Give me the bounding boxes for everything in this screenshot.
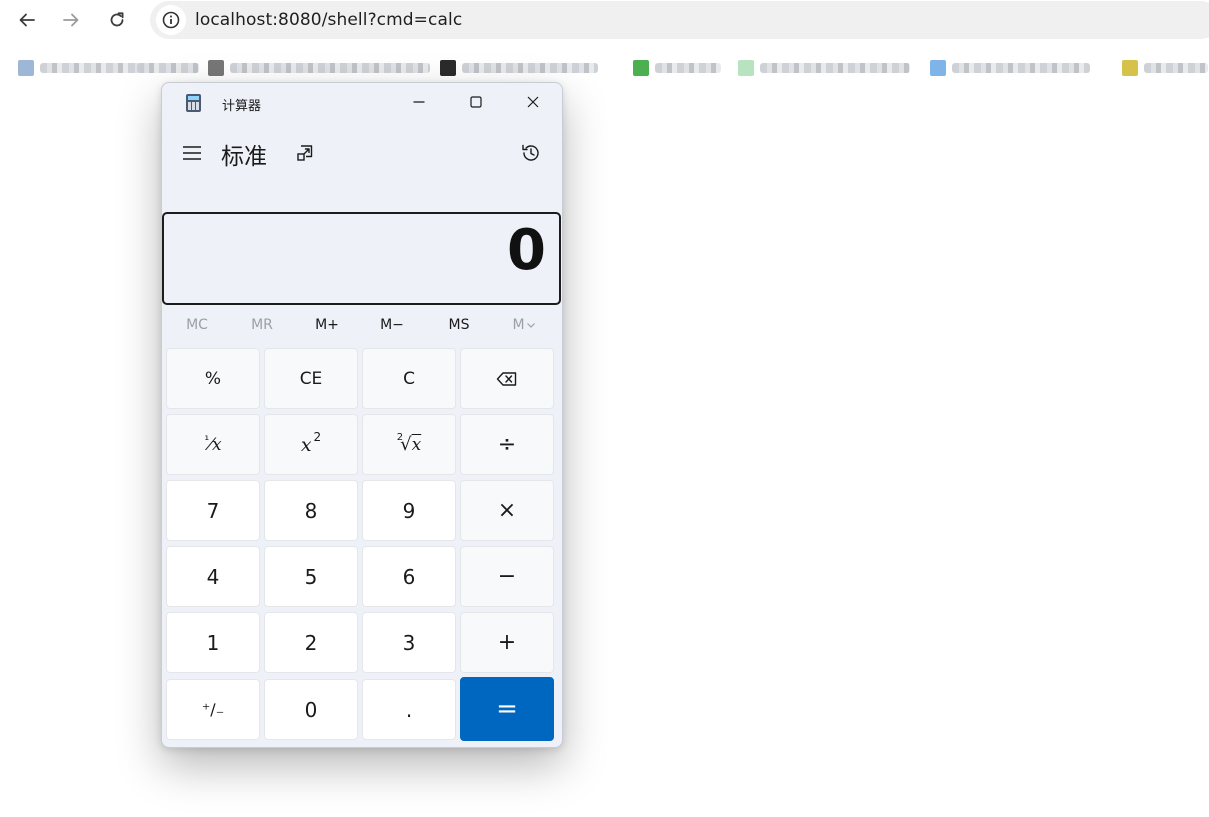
memory-subtract-button[interactable]: M− [360,309,424,341]
digit-9-button[interactable]: 9 [362,480,456,541]
bookmark-item[interactable] [137,59,199,77]
memory-add-button[interactable]: M+ [295,309,359,341]
bookmark-item[interactable] [208,59,430,77]
bookmark-favicon-icon [440,60,456,76]
title-bar[interactable]: 计算器 [162,83,562,123]
chevron-down-icon [526,323,535,328]
digit-2-button[interactable]: 2 [264,612,358,673]
memory-list-label: M [512,317,525,333]
reload-button[interactable] [101,4,133,36]
bookmark-item[interactable] [440,59,598,77]
browser-toolbar: localhost:8080/shell?cmd=calc [0,0,1209,40]
navigation-menu-button[interactable] [176,133,208,173]
address-bar[interactable]: localhost:8080/shell?cmd=calc [150,1,1209,39]
maximize-icon [469,96,482,108]
square-button[interactable]: x2 [264,414,358,475]
close-icon [527,96,538,108]
site-info-button[interactable] [156,5,186,35]
close-button[interactable] [504,83,561,121]
bookmark-item[interactable] [930,59,1090,77]
reload-icon [110,12,124,27]
root-index: 2 [396,432,404,443]
calculator-app-icon [186,94,201,112]
digit-6-button[interactable]: 6 [362,546,456,607]
multiply-button[interactable]: × [460,480,554,541]
memory-clear-button[interactable]: MC [165,309,229,341]
root-variable: x [411,434,422,455]
digit-4-button[interactable]: 4 [166,546,260,607]
bookmark-item[interactable] [633,59,721,77]
square-base: x [300,433,312,456]
bookmark-favicon-icon [208,60,224,76]
bookmark-favicon-icon [930,60,946,76]
minimize-button[interactable] [390,83,447,121]
mode-title: 标准 [221,144,267,170]
calculator-header: 标准 [162,123,562,183]
backspace-button[interactable] [460,348,554,409]
digit-8-button[interactable]: 8 [264,480,358,541]
bookmark-favicon-icon [633,60,649,76]
back-button[interactable] [11,4,43,36]
clear-button[interactable]: C [362,348,456,409]
url-text[interactable]: localhost:8080/shell?cmd=calc [195,10,462,30]
arrow-left-icon [19,13,35,27]
digit-5-button[interactable]: 5 [264,546,358,607]
forward-button[interactable] [55,4,87,36]
keep-on-top-button[interactable] [291,139,319,167]
bookmark-favicon-icon [738,60,754,76]
history-icon [522,144,539,161]
clear-entry-button[interactable]: CE [264,348,358,409]
arrow-right-icon [63,13,79,27]
reciprocal-button[interactable]: ¹ ⁄x [166,414,260,475]
bookmark-item[interactable] [18,59,148,77]
percent-button[interactable]: % [166,348,260,409]
result-display[interactable]: 0 [162,212,561,305]
bookmark-item[interactable] [738,59,910,77]
memory-recall-button[interactable]: MR [230,309,294,341]
reciprocal-denominator: ⁄x [209,434,222,455]
bookmark-item[interactable] [1122,59,1208,77]
keep-on-top-icon [297,145,313,161]
bookmark-favicon-icon [1122,60,1138,76]
hamburger-icon [183,146,201,160]
minimize-icon [413,101,424,103]
memory-row: MC MR M+ M− MS M [162,309,562,341]
divide-button[interactable]: ÷ [460,414,554,475]
digit-0-button[interactable]: 0 [264,679,358,740]
digit-1-button[interactable]: 1 [166,612,260,673]
digit-7-button[interactable]: 7 [166,480,260,541]
memory-list-button[interactable]: M [492,309,556,341]
reciprocal-numerator: ¹ [204,432,210,447]
calculator-window: 计算器 标准 0 MC MR M+ M− MS M % CE C ¹ ⁄x x … [161,82,563,748]
negate-button[interactable]: ⁺∕₋ [166,679,260,740]
backspace-icon [496,371,517,386]
display-value: 0 [507,218,546,283]
maximize-button[interactable] [447,83,504,121]
window-title: 计算器 [222,99,262,114]
bookmark-favicon-icon [18,60,34,76]
history-button[interactable] [516,138,546,168]
bookmarks-bar [0,56,1209,84]
subtract-button[interactable]: − [460,546,554,607]
equals-button[interactable]: = [460,677,554,741]
square-exponent: 2 [313,429,322,444]
digit-3-button[interactable]: 3 [362,612,456,673]
info-icon [162,11,180,29]
square-root-button[interactable]: 2 √ x [362,414,456,475]
add-button[interactable]: + [460,612,554,673]
decimal-button[interactable]: . [362,679,456,740]
memory-store-button[interactable]: MS [427,309,491,341]
